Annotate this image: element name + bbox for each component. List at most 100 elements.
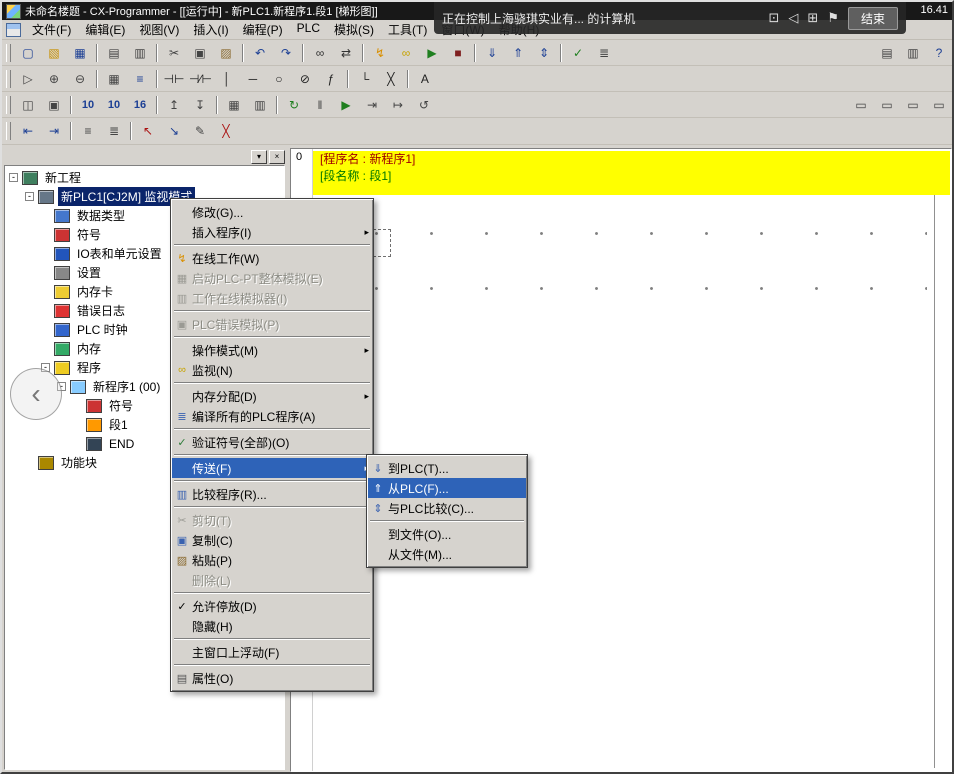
stop-monitor-button[interactable]: ■ [445,43,471,63]
menu-item-compare-with-plc[interactable]: ⇕与PLC比较(C)... [368,498,526,518]
watch-window-button[interactable]: ▥ [247,95,273,115]
replace-button[interactable]: ⇄ [333,43,359,63]
menu-item-online-work[interactable]: ↯在线工作(W) [172,248,372,268]
new-closed-contact-button[interactable]: ⊣∕⊢ [187,69,214,89]
menu-item-to-plc[interactable]: ⇓到PLC(T)... [368,458,526,478]
line-connect-button[interactable]: └ [352,69,378,89]
new-instruction-button[interactable]: ƒ [318,69,344,89]
compile-all-button[interactable]: ≣ [591,43,617,63]
menu-simulation[interactable]: 模拟(S) [327,19,381,40]
local-symbols-button[interactable]: ≡ [127,69,153,89]
selection-tool-button[interactable]: ▷ [15,69,41,89]
menu-item-from-plc[interactable]: ⇑从PLC(F)... [368,478,526,498]
menu-tools[interactable]: 工具(T) [381,19,434,40]
menu-item-properties[interactable]: ▤属性(O) [172,668,372,688]
paste-button[interactable]: ▨ [213,43,239,63]
menu-item-float-on-main-window[interactable]: 主窗口上浮动(F) [172,642,372,662]
refresh-monitor-button[interactable]: ↻ [281,95,307,115]
find-button[interactable]: ∞ [307,43,333,63]
menu-item-transfer[interactable]: 传送(F)▸ [172,458,372,478]
menu-edit[interactable]: 编辑(E) [78,19,132,40]
grid-toggle-button[interactable]: ▦ [101,69,127,89]
pane-4-button[interactable]: ▭ [926,95,952,115]
new-file-button[interactable]: ▢ [15,43,41,63]
indent-decrease-button[interactable]: ⇤ [15,121,41,141]
erase-button[interactable]: ╳ [213,121,239,141]
menu-program[interactable]: 编程(P) [236,19,290,40]
select-arrow-button[interactable]: ↖ [135,121,161,141]
window-tile-button[interactable]: ▥ [900,43,926,63]
pause-monitor-button[interactable]: ‖ [307,95,333,115]
line-delete-button[interactable]: ╳ [378,69,404,89]
step-run-button[interactable]: ⇥ [359,95,385,115]
upload-from-plc-button[interactable]: ⇑ [505,43,531,63]
zoom-level-10-button[interactable]: 10 [75,95,101,115]
monitor-window-button[interactable]: ▦ [221,95,247,115]
print-button[interactable]: ▤ [101,43,127,63]
toolbar-grip[interactable] [6,96,11,114]
pane-1-button[interactable]: ▭ [848,95,874,115]
volume-icon[interactable]: ◁ [788,10,798,26]
toolbar-grip[interactable] [6,70,11,88]
menu-plc[interactable]: PLC [290,19,327,40]
menu-item-compile-all-plc-programs[interactable]: ≣编译所有的PLC程序(A) [172,406,372,426]
download-to-plc-button[interactable]: ⇓ [479,43,505,63]
open-project-button[interactable]: ▧ [41,43,67,63]
copy-button[interactable]: ▣ [187,43,213,63]
draw-arrow-button[interactable]: ↘ [161,121,187,141]
pane-2-button[interactable]: ▭ [874,95,900,115]
tree-item-new-project[interactable]: -新工程 [5,168,284,187]
zoom-level-10b-button[interactable]: 10 [101,95,127,115]
windows-icon[interactable]: ⊞ [807,10,818,26]
rung-up-button[interactable]: ↥ [161,95,187,115]
menu-item-monitor[interactable]: ∞监视(N) [172,360,372,380]
redo-button[interactable]: ↷ [273,43,299,63]
window-split-button[interactable]: ◫ [15,95,41,115]
menu-item-insert-program[interactable]: 插入程序(I)▸ [172,222,372,242]
tree-close-button[interactable]: × [269,150,285,164]
work-online-button[interactable]: ↯ [367,43,393,63]
zoom-in-button[interactable]: ⊕ [41,69,67,89]
help-button[interactable]: ? [926,43,952,63]
new-coil-button[interactable]: ○ [266,69,292,89]
menu-item-paste[interactable]: ▨粘贴(P) [172,550,372,570]
rung-down-button[interactable]: ↧ [187,95,213,115]
menu-insert[interactable]: 插入(I) [186,19,235,40]
monitor-mode-button[interactable]: ∞ [393,43,419,63]
reset-simulation-button[interactable]: ↺ [411,95,437,115]
fullscreen-icon[interactable]: ⊡ [769,10,780,26]
menu-item-from-file[interactable]: 从文件(M)... [368,544,526,564]
run-mode-button[interactable]: ▶ [419,43,445,63]
zoom-level-16-button[interactable]: 16 [127,95,153,115]
new-horizontal-line-button[interactable]: ─ [240,69,266,89]
pane-3-button[interactable]: ▭ [900,95,926,115]
cut-button[interactable]: ✂ [161,43,187,63]
compile-button[interactable]: ✓ [565,43,591,63]
text-comment-button[interactable]: A [412,69,438,89]
menu-item-to-file[interactable]: 到文件(O)... [368,524,526,544]
bookmark-list-2-button[interactable]: ≣ [101,121,127,141]
compare-with-plc-button[interactable]: ⇕ [531,43,557,63]
end-session-button[interactable]: 结束 [848,7,898,30]
window-cascade-button[interactable]: ▤ [874,43,900,63]
print-preview-button[interactable]: ▥ [127,43,153,63]
menu-item-memory-allocation[interactable]: 内存分配(D)▸ [172,386,372,406]
bookmark-list-button[interactable]: ≡ [75,121,101,141]
remote-back-button[interactable]: ‹ [10,368,62,420]
expand-toggle[interactable]: - [25,192,34,201]
toolbar-grip[interactable] [6,122,11,140]
new-contact-button[interactable]: ⊣⊢ [161,69,187,89]
save-project-button[interactable]: ▦ [67,43,93,63]
menu-item-hide[interactable]: 隐藏(H) [172,616,372,636]
indent-increase-button[interactable]: ⇥ [41,121,67,141]
menu-item-modify[interactable]: 修改(G)... [172,202,372,222]
menu-item-operation-mode[interactable]: 操作模式(M)▸ [172,340,372,360]
menu-item-compare-program[interactable]: ▥比较程序(R)... [172,484,372,504]
share-icon[interactable]: ⚑ [827,10,839,26]
menu-view[interactable]: 视图(V) [132,19,186,40]
expand-toggle[interactable]: - [9,173,18,182]
menu-item-verify-symbols-all[interactable]: ✓验证符号(全部)(O) [172,432,372,452]
menu-item-copy[interactable]: ▣复制(C) [172,530,372,550]
tree-pin-button[interactable]: ▾ [251,150,267,164]
edit-pen-button[interactable]: ✎ [187,121,213,141]
